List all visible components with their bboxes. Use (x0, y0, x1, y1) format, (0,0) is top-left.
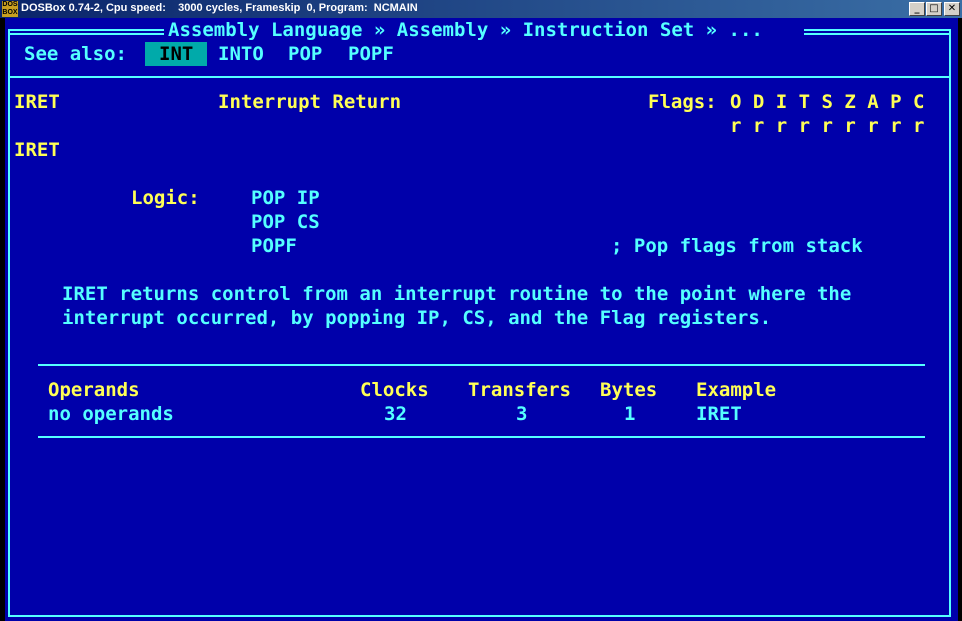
frame-left (8, 29, 10, 617)
instruction-syntax: IRET (14, 139, 60, 161)
see-also-link-pop[interactable]: POP (288, 42, 322, 66)
minimize-button[interactable]: _ (909, 2, 925, 16)
header-separator (8, 76, 951, 78)
flags-label: Flags: (648, 91, 717, 113)
explanation-line: interrupt occurred, by popping IP, CS, a… (62, 307, 772, 329)
breadcrumb[interactable]: Assembly Language » Assembly » Instructi… (168, 18, 763, 42)
see-also-label: See also: (24, 43, 127, 65)
col-header-transfers: Transfers (468, 379, 571, 401)
logic-line: POP IP (251, 187, 320, 209)
logic-comment: ; Pop flags from stack (611, 235, 863, 257)
close-button[interactable]: ✕ (944, 2, 960, 16)
cell-example: IRET (696, 403, 742, 425)
see-also-link-int[interactable]: INT (145, 42, 208, 66)
col-header-operands: Operands (48, 379, 140, 401)
frame-bottom (8, 615, 951, 617)
window-titlebar[interactable]: DOS BOX DOSBox 0.74-2, Cpu speed: 3000 cy… (0, 0, 962, 18)
see-also-link-popf[interactable]: POPF (348, 42, 394, 66)
frame-right (949, 29, 951, 617)
explanation-line: IRET returns control from an interrupt r… (62, 283, 852, 305)
cell-transfers: 3 (516, 403, 528, 425)
cell-clocks: 32 (384, 403, 407, 425)
maximize-button[interactable]: □ (926, 2, 942, 16)
table-bottom-rule (38, 436, 925, 438)
cell-operands: no operands (48, 403, 174, 425)
logic-line: POPF (251, 235, 297, 257)
frame-top-right (804, 29, 951, 31)
logic-line: POP CS (251, 211, 320, 233)
frame-top-left-inner (8, 33, 164, 35)
flag-values: r r r r r r r r r (730, 115, 925, 137)
col-header-example: Example (696, 379, 777, 401)
flag-names: O D I T S Z A P C (730, 91, 925, 113)
logic-label: Logic: (131, 187, 200, 209)
dos-help-screen: Assembly Language » Assembly » Instructi… (5, 18, 958, 621)
instruction-mnemonic: IRET (14, 91, 60, 113)
window-title: DOSBox 0.74-2, Cpu speed: 3000 cycles, F… (21, 2, 418, 14)
instruction-description: Interrupt Return (218, 91, 402, 113)
dosbox-icon: DOS BOX (2, 1, 18, 17)
table-top-rule (38, 364, 925, 366)
see-also-link-into[interactable]: INTO (218, 42, 264, 66)
frame-top-left (8, 29, 164, 31)
col-header-clocks: Clocks (360, 379, 429, 401)
cell-bytes: 1 (624, 403, 636, 425)
frame-top-right-inner (804, 33, 951, 35)
col-header-bytes: Bytes (600, 379, 658, 401)
